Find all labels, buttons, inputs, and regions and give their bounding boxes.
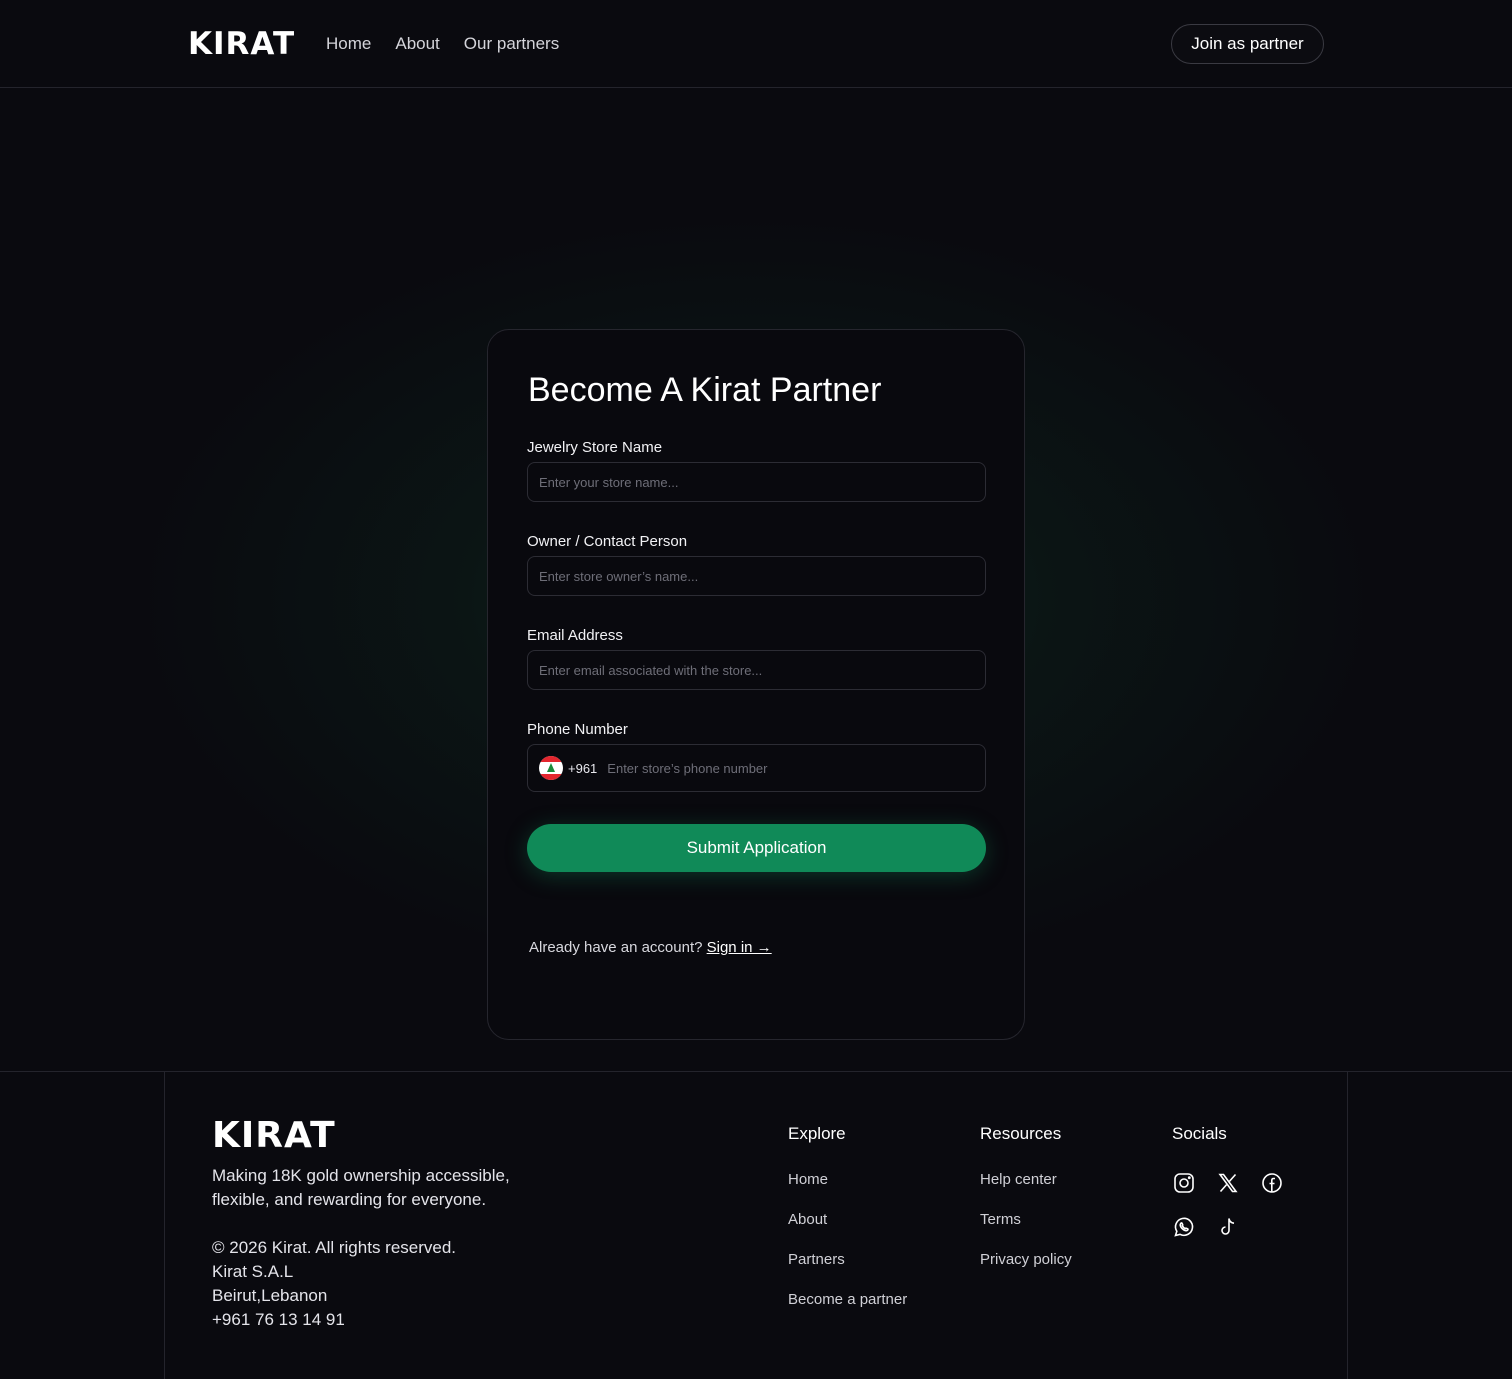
site-footer: KIRAT Making 18K gold ownership accessib… <box>0 1071 1512 1379</box>
partner-form-card: Become A Kirat Partner Jewelry Store Nam… <box>487 329 1025 1040</box>
submit-application-button[interactable]: Submit Application <box>527 824 986 872</box>
footer-logo: KIRAT <box>212 1115 336 1156</box>
lebanon-flag-icon[interactable] <box>539 756 563 780</box>
dial-code[interactable]: +961 <box>568 761 597 776</box>
main-nav: Home About Our partners <box>326 32 559 56</box>
store-name-label: Jewelry Store Name <box>527 439 663 456</box>
instagram-icon[interactable] <box>1172 1171 1196 1195</box>
owner-name-label: Owner / Contact Person <box>527 533 688 550</box>
email-input[interactable] <box>527 650 986 690</box>
footer-link-partners[interactable]: Partners <box>788 1250 845 1270</box>
socials-title: Socials <box>1172 1124 1227 1143</box>
nav-about[interactable]: About <box>395 32 439 56</box>
main-section: Become A Kirat Partner Jewelry Store Nam… <box>0 89 1512 1071</box>
signin-prompt: Already have an account? <box>529 939 703 956</box>
kirat-logo[interactable]: KIRAT <box>188 28 295 60</box>
phone-input[interactable] <box>607 748 985 788</box>
footer-link-home[interactable]: Home <box>788 1170 828 1190</box>
whatsapp-icon[interactable] <box>1172 1215 1196 1239</box>
x-icon[interactable] <box>1216 1171 1240 1195</box>
signin-link[interactable]: Sign in → <box>707 939 772 956</box>
nav-home[interactable]: Home <box>326 32 371 56</box>
footer-location: Beirut,Lebanon <box>212 1286 328 1305</box>
footer-divider-right <box>1347 1072 1348 1379</box>
phone-field: +961 <box>527 744 986 792</box>
explore-title: Explore <box>788 1124 846 1143</box>
footer-company: Kirat S.A.L <box>212 1262 294 1281</box>
footer-link-become-partner[interactable]: Become a partner <box>788 1290 907 1310</box>
footer-company-info: © 2026 Kirat. All rights reserved. Kirat… <box>212 1236 456 1332</box>
footer-tagline: Making 18K gold ownership accessible, fl… <box>212 1166 510 1209</box>
facebook-icon[interactable] <box>1260 1171 1284 1195</box>
footer-phone: +961 76 13 14 91 <box>212 1310 345 1329</box>
phone-label: Phone Number <box>527 721 628 738</box>
email-label: Email Address <box>527 627 623 644</box>
footer-divider-left <box>164 1072 165 1379</box>
signin-row: Already have an account? Sign in → <box>529 938 772 958</box>
resources-title: Resources <box>980 1124 1062 1143</box>
footer-link-terms[interactable]: Terms <box>980 1210 1021 1230</box>
footer-link-about[interactable]: About <box>788 1210 827 1230</box>
tiktok-icon[interactable] <box>1216 1215 1240 1239</box>
site-header: KIRAT Home About Our partners Join as pa… <box>0 0 1512 88</box>
footer-link-privacy[interactable]: Privacy policy <box>980 1250 1072 1270</box>
footer-link-help-center[interactable]: Help center <box>980 1170 1057 1190</box>
store-name-input[interactable] <box>527 462 986 502</box>
owner-name-input[interactable] <box>527 556 986 596</box>
footer-copyright: © 2026 Kirat. All rights reserved. <box>212 1238 457 1257</box>
join-as-partner-button[interactable]: Join as partner <box>1171 24 1324 64</box>
nav-our-partners[interactable]: Our partners <box>464 32 559 56</box>
form-title: Become A Kirat Partner <box>528 371 882 409</box>
